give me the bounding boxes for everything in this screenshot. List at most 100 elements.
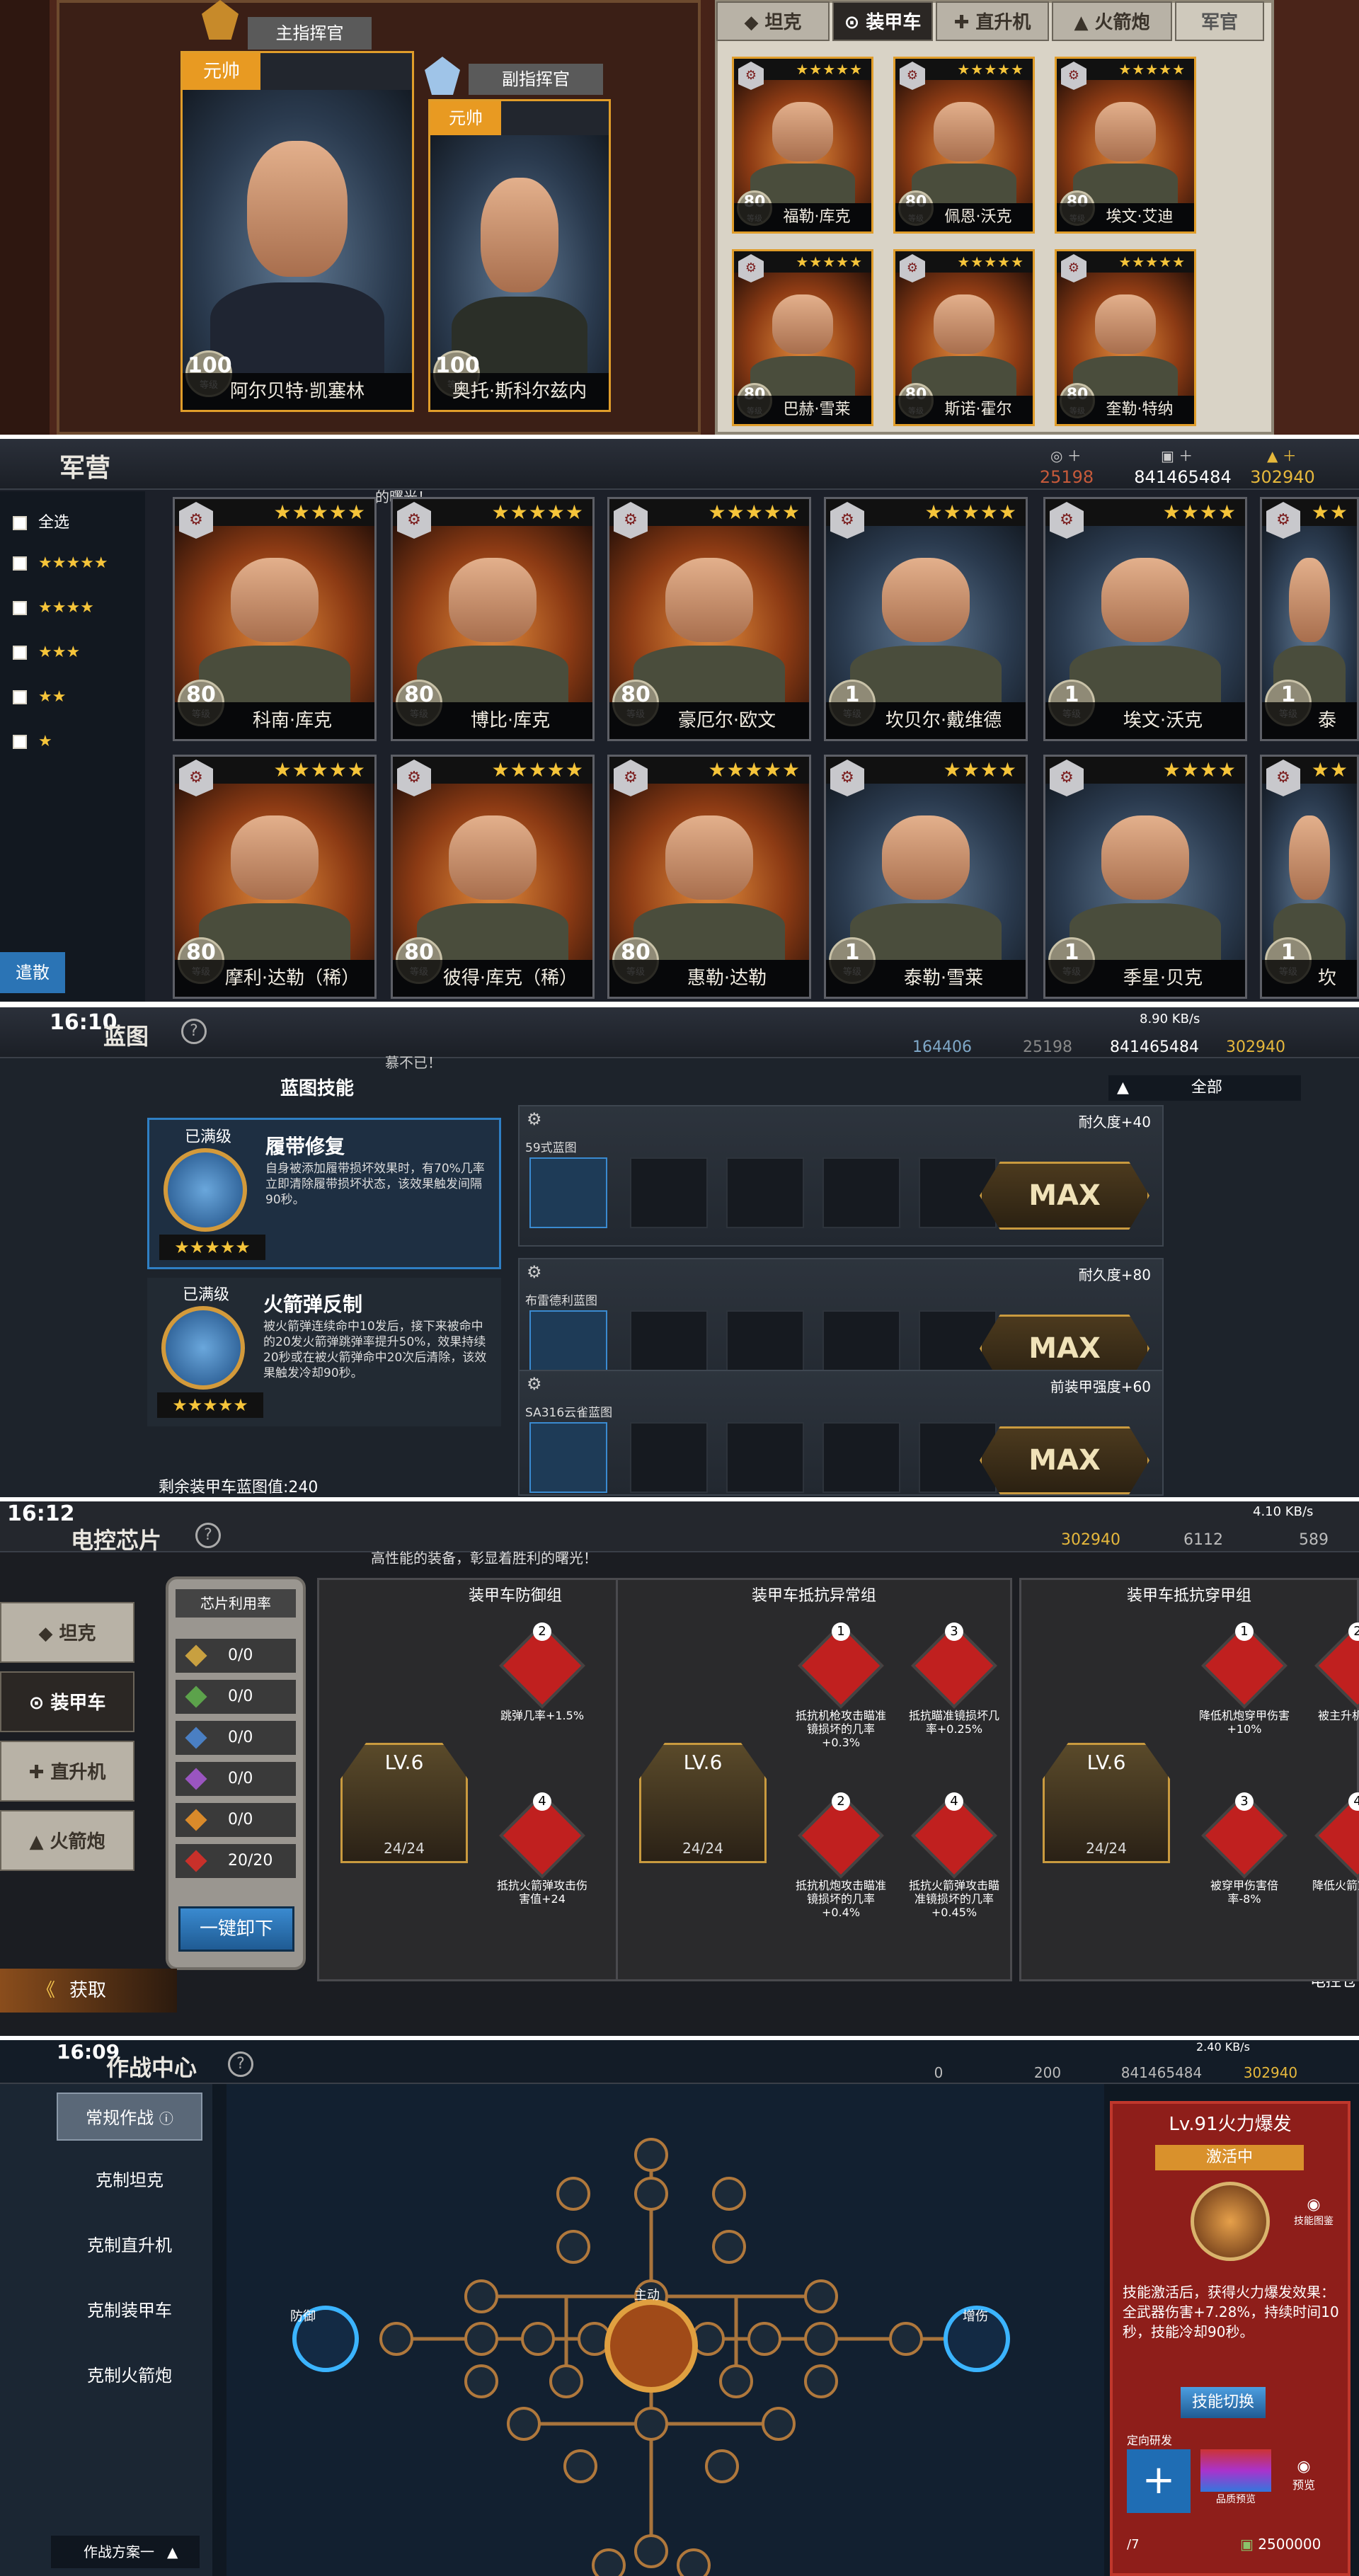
skill-node[interactable] xyxy=(712,2230,746,2264)
skill-node[interactable] xyxy=(592,2548,626,2576)
tab-helicopter[interactable]: ✚ 直升机 xyxy=(0,1741,134,1802)
skill-node[interactable] xyxy=(804,2364,838,2398)
skill-node[interactable] xyxy=(521,2322,555,2356)
skill-node[interactable] xyxy=(549,2364,583,2398)
skill-node[interactable] xyxy=(634,2138,668,2172)
soldier-card[interactable]: ★★★★★⚙80等级惠勒·达勒 xyxy=(607,755,811,999)
chip-node[interactable]: 4 抵抗火箭弹攻击瞄准镜损坏的几率+0.45% xyxy=(908,1792,1000,1927)
menu-counter-rocket[interactable]: 克制火箭炮 xyxy=(57,2352,202,2400)
skill-node[interactable] xyxy=(556,2230,590,2264)
chip-node[interactable]: 1 降低机炮穿甲伤害+10% xyxy=(1198,1622,1290,1757)
officer-card[interactable]: ★★★★★⚙80等级斯诺·霍尔 xyxy=(893,249,1035,426)
officer-card[interactable]: ★★★★★⚙80等级佩恩·沃克 xyxy=(893,57,1035,234)
soldier-card[interactable]: ★★★★⚙1等级季星·贝克 xyxy=(1043,755,1247,999)
tab-tank[interactable]: ◆ 坦克 xyxy=(716,1,830,41)
skill-card-rocket-counter[interactable]: 已满级 ★★★★★ 火箭弹反制 被火箭弹连续命中10发后，接下来被命中的20发火… xyxy=(147,1278,501,1426)
chip-node[interactable]: 4降低火箭穿甲伤害 xyxy=(1312,1792,1359,1927)
max-button[interactable]: MAX xyxy=(980,1162,1149,1230)
soldier-card[interactable]: ★★★★★⚙80等级科南·库克 xyxy=(173,497,377,741)
group-level-badge[interactable]: LV.6 24/24 xyxy=(1043,1743,1170,1863)
blueprint-slot-empty[interactable] xyxy=(630,1157,708,1228)
acquire-button[interactable]: 《获取 xyxy=(0,1969,177,2013)
skill-node[interactable] xyxy=(379,2322,413,2356)
skill-node[interactable] xyxy=(563,2449,597,2483)
skill-node[interactable] xyxy=(464,2322,498,2356)
tab-helicopter[interactable]: ✚ 直升机 xyxy=(936,1,1049,41)
skill-node[interactable] xyxy=(634,2407,668,2441)
filter-3star[interactable]: ★★★ xyxy=(13,643,80,661)
officer-card[interactable]: ★★★★★⚙80等级福勒·库克 xyxy=(732,57,873,234)
tab-rocket[interactable]: ▲ 火箭炮 xyxy=(0,1810,134,1871)
tab-armored[interactable]: ⊙ 装甲车 xyxy=(832,1,933,41)
skill-node[interactable] xyxy=(889,2322,923,2356)
tab-armored[interactable]: ⊙ 装甲车 xyxy=(0,1671,134,1732)
chip-node[interactable]: 2 抵抗机炮攻击瞄准镜损坏的几率+0.4% xyxy=(795,1792,887,1927)
group-level-badge[interactable]: LV.6 24/24 xyxy=(340,1743,468,1863)
skill-node[interactable] xyxy=(705,2449,739,2483)
soldier-card[interactable]: ★★★★★⚙1等级坎贝尔·戴维德 xyxy=(824,497,1028,741)
preview-button[interactable]: ◉ 预览 xyxy=(1292,2458,1315,2492)
plan-selector[interactable]: 作战方案一 ▲ xyxy=(51,2536,200,2568)
skill-node[interactable] xyxy=(719,2364,753,2398)
filter-4star[interactable]: ★★★★ xyxy=(13,599,94,617)
soldier-card[interactable]: ★★★★⚙1等级埃文·沃克 xyxy=(1043,497,1247,741)
skill-node[interactable] xyxy=(634,2177,668,2211)
help-icon[interactable]: ? xyxy=(181,1019,207,1044)
blueprint-slot-empty[interactable] xyxy=(726,1422,804,1493)
chip-node[interactable]: 2 跳弹几率+1.5% xyxy=(496,1622,588,1757)
chip-node[interactable]: 1 抵抗机枪攻击瞄准镜损坏的几率+0.3% xyxy=(795,1622,887,1757)
tab-officer[interactable]: 军官 xyxy=(1175,1,1264,41)
filter-2star[interactable]: ★★ xyxy=(13,688,66,706)
blueprint-slot-filled[interactable] xyxy=(529,1422,607,1493)
soldier-card[interactable]: ★★★★⚙1等级泰勒·雪莱 xyxy=(824,755,1028,999)
officer-card[interactable]: ★★★★★⚙80等级奎勒·特纳 xyxy=(1055,249,1196,426)
vice-commander-card[interactable]: 元帅 100等级 奥托·斯科尔兹内 xyxy=(428,99,611,412)
officer-card[interactable]: ★★★★★⚙80等级巴赫·雪莱 xyxy=(732,249,873,426)
help-icon[interactable]: ? xyxy=(228,2051,253,2077)
menu-counter-armored[interactable]: 克制装甲车 xyxy=(57,2286,202,2335)
max-button[interactable]: MAX xyxy=(980,1426,1149,1494)
skill-node[interactable] xyxy=(556,2177,590,2211)
blueprint-slot-empty[interactable] xyxy=(822,1422,900,1493)
soldier-card[interactable]: ★★⚙1等级坎 xyxy=(1260,755,1359,999)
skill-card-track-repair[interactable]: 已满级 ★★★★★ 履带修复 自身被添加履带损坏效果时，有70%几率立即清除履带… xyxy=(147,1118,501,1269)
quality-preview[interactable]: 品质预览 xyxy=(1200,2449,1271,2506)
menu-regular[interactable]: 常规作战 ⓘ xyxy=(57,2093,202,2141)
active-skill-node[interactable] xyxy=(604,2299,698,2393)
officer-card[interactable]: ★★★★★⚙80等级埃文·艾迪 xyxy=(1055,57,1196,234)
group-level-badge[interactable]: LV.6 24/24 xyxy=(639,1743,767,1863)
filter-all[interactable]: 全选 xyxy=(13,510,69,532)
codex-button[interactable]: ◉ 技能图鉴 xyxy=(1294,2196,1334,2228)
soldier-card[interactable]: ★★★★★⚙80等级摩利·达勒（稀） xyxy=(173,755,377,999)
skill-node[interactable] xyxy=(804,2279,838,2313)
blueprint-slot-empty[interactable] xyxy=(822,1157,900,1228)
tab-rocket[interactable]: ▲ 火箭炮 xyxy=(1052,1,1172,41)
skill-node[interactable] xyxy=(712,2177,746,2211)
chip-node[interactable]: 3 被穿甲伤害倍率-8% xyxy=(1198,1792,1290,1927)
soldier-card[interactable]: ★★★★★⚙80等级博比·库克 xyxy=(391,497,595,741)
skill-node[interactable] xyxy=(762,2407,796,2441)
add-research-button[interactable]: + xyxy=(1127,2449,1191,2513)
menu-counter-tank[interactable]: 克制坦克 xyxy=(57,2156,202,2204)
dismiss-button[interactable]: 遣散 xyxy=(0,952,65,993)
chip-node[interactable]: 4 抵抗火箭弹攻击伤害值+24 xyxy=(496,1792,588,1927)
skill-node[interactable] xyxy=(677,2548,711,2576)
commander-card[interactable]: 元帅 100等级 阿尔贝特·凯塞林 xyxy=(180,51,414,412)
filter-dropdown[interactable]: ▲ 全部 xyxy=(1108,1075,1301,1101)
soldier-card[interactable]: ★★⚙1等级泰 xyxy=(1260,497,1359,741)
skill-switch-button[interactable]: 技能切换 xyxy=(1181,2387,1266,2418)
skill-node[interactable] xyxy=(747,2322,781,2356)
skill-node[interactable] xyxy=(464,2279,498,2313)
filter-1star[interactable]: ★ xyxy=(13,733,52,750)
skill-node[interactable] xyxy=(634,2534,668,2568)
skill-node[interactable] xyxy=(464,2364,498,2398)
chip-node[interactable]: 3 抵抗瞄准镜损坏几率+0.25% xyxy=(908,1622,1000,1757)
menu-counter-heli[interactable]: 克制直升机 xyxy=(57,2221,202,2269)
skill-node[interactable] xyxy=(804,2322,838,2356)
skill-node[interactable] xyxy=(507,2407,541,2441)
help-icon[interactable]: ? xyxy=(195,1523,221,1548)
soldier-card[interactable]: ★★★★★⚙80等级彼得·库克（稀） xyxy=(391,755,595,999)
unload-all-button[interactable]: 一键卸下 xyxy=(178,1906,294,1952)
filter-5star[interactable]: ★★★★★ xyxy=(13,554,108,572)
tab-tank[interactable]: ◆ 坦克 xyxy=(0,1602,134,1663)
